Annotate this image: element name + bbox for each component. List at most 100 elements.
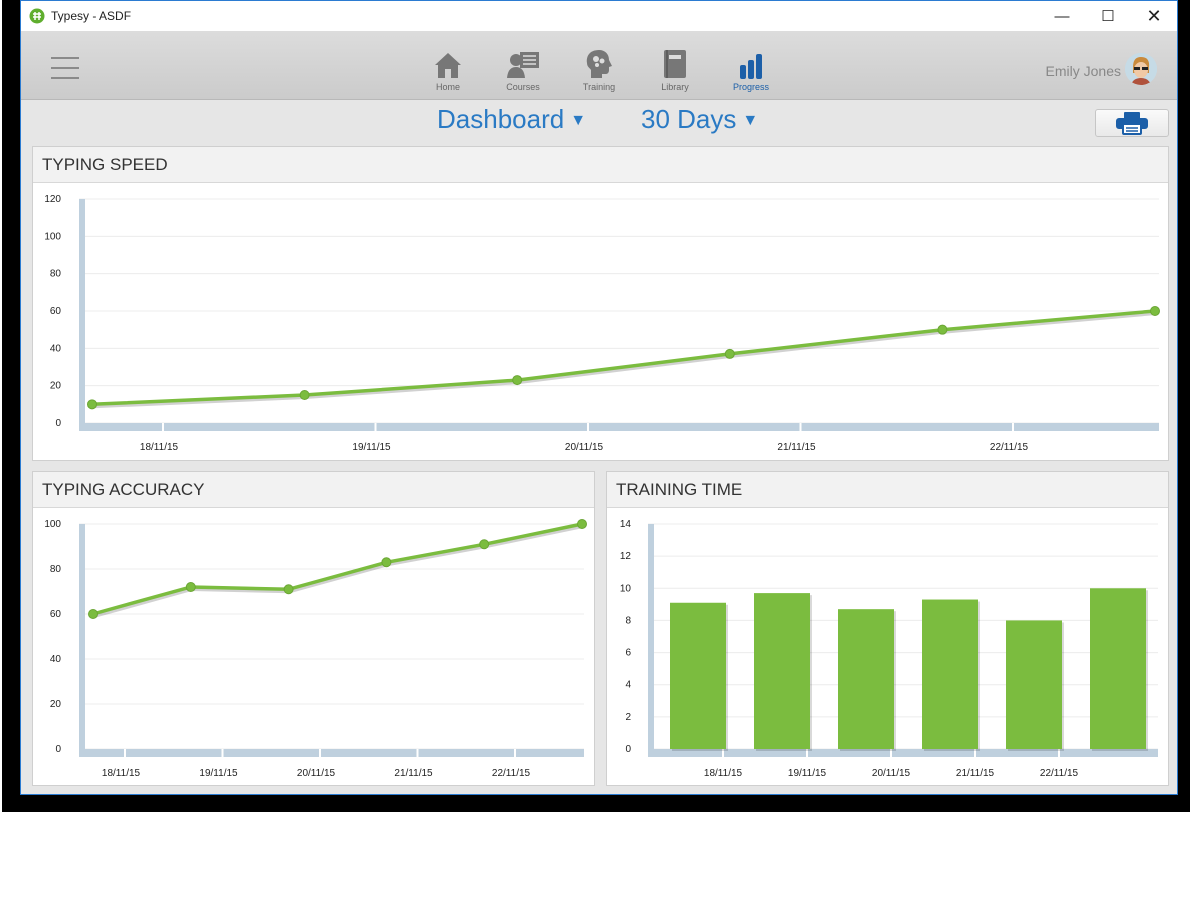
y-axis <box>79 524 85 757</box>
x-axis <box>79 749 584 757</box>
y-tick-label: 0 <box>55 744 61 755</box>
x-tick-label: 20/11/15 <box>565 442 604 453</box>
y-tick-label: 0 <box>55 418 61 429</box>
window-title: Typesy - ASDF <box>51 9 132 23</box>
library-book-icon <box>664 50 686 78</box>
x-tick-label: 21/11/15 <box>777 442 816 453</box>
bar[interactable] <box>1006 620 1062 749</box>
maximize-button[interactable]: ☐ <box>1085 1 1131 31</box>
nav-training-label: Training <box>582 82 616 92</box>
y-tick-label: 40 <box>50 343 62 354</box>
y-tick-label: 80 <box>50 564 62 575</box>
nav-progress[interactable]: Progress <box>716 47 786 92</box>
bar[interactable] <box>754 593 810 749</box>
y-tick-label: 14 <box>620 519 632 530</box>
data-point[interactable] <box>937 324 948 335</box>
y-tick-label: 60 <box>50 609 62 620</box>
y-tick-label: 20 <box>50 381 62 392</box>
typing-speed-chart: 0 20 40 60 80 100 120 18/11/15 19/11/15 20/11/15 2… <box>44 194 1160 453</box>
y-tick-label: 0 <box>625 744 631 755</box>
nav-progress-label: Progress <box>732 82 769 92</box>
x-tick-label: 18/11/15 <box>140 442 179 453</box>
typing-speed-title: TYPING SPEED <box>33 147 1168 183</box>
y-tick-label: 2 <box>625 712 631 723</box>
title-bar: Typesy - ASDF — ☐ ✕ <box>21 1 1177 31</box>
typing-accuracy-chart: 0 20 40 60 80 100 18/11/15 19/11/15 20/11/15 21/1… <box>44 519 587 779</box>
nav-courses-label: Courses <box>506 82 540 92</box>
bar[interactable] <box>922 599 978 749</box>
x-tick-label: 21/11/15 <box>956 768 995 779</box>
app-window: Typesy - ASDF — ☐ ✕ Home Courses Trainin… <box>20 0 1178 795</box>
training-time-chart: 0 2 4 6 8 10 12 14 18/11/15 19/11/15 20/11/15 21/11… <box>620 519 1158 779</box>
nav-home[interactable]: Home <box>413 47 483 92</box>
data-point[interactable] <box>185 582 196 592</box>
nav-library-label: Library <box>661 82 689 92</box>
y-tick-label: 6 <box>625 648 631 659</box>
data-point[interactable] <box>299 390 310 400</box>
caret-down-icon: ▼ <box>570 112 587 130</box>
x-tick-label: 20/11/15 <box>297 768 336 779</box>
y-tick-label: 100 <box>44 231 61 242</box>
x-tick-label: 18/11/15 <box>102 768 141 779</box>
x-tick-label: 22/11/15 <box>492 768 531 779</box>
x-axis <box>79 423 1159 431</box>
x-tick-label: 19/11/15 <box>352 442 391 453</box>
typing-speed-panel: TYPING SPEED 0 20 40 60 80 100 120 18/11/15 19/1… <box>32 146 1169 461</box>
x-tick-label: 19/11/15 <box>199 768 238 779</box>
close-button[interactable]: ✕ <box>1131 1 1177 31</box>
minimize-button[interactable]: — <box>1039 1 1085 31</box>
data-point[interactable] <box>88 609 98 619</box>
y-tick-label: 8 <box>625 615 631 626</box>
x-tick-label: 20/11/15 <box>872 768 911 779</box>
user-name[interactable]: Emily Jones <box>1046 63 1121 79</box>
bar[interactable] <box>838 609 894 749</box>
dashboard-dropdown[interactable]: Dashboard ▼ <box>437 104 586 135</box>
data-point[interactable] <box>283 584 294 595</box>
x-tick-label: 21/11/15 <box>394 768 433 779</box>
y-axis <box>79 199 85 431</box>
caret-down-icon: ▼ <box>742 112 759 130</box>
print-button[interactable] <box>1095 109 1169 137</box>
y-tick-label: 80 <box>50 269 62 280</box>
data-point[interactable] <box>87 399 97 410</box>
range-dropdown-label: 30 Days <box>641 104 737 134</box>
typing-accuracy-panel: TYPING ACCURACY 0 20 40 60 80 100 18/11/15 19/1… <box>32 471 595 786</box>
bar[interactable] <box>1090 588 1146 749</box>
y-tick-label: 40 <box>50 654 62 665</box>
training-time-panel: TRAINING TIME 0 2 4 6 8 10 12 14 18/11/15 19/11/1… <box>606 471 1169 786</box>
series-line <box>91 309 1156 407</box>
y-tick-label: 12 <box>620 551 632 562</box>
typesy-logo-icon <box>29 8 45 24</box>
data-point[interactable] <box>479 539 490 550</box>
main-nav: Home Courses Training Library Progress E… <box>21 31 1177 100</box>
x-tick-label: 22/11/15 <box>990 442 1029 453</box>
avatar-image <box>1125 53 1157 85</box>
nav-library[interactable]: Library <box>640 47 710 92</box>
data-point[interactable] <box>1150 306 1160 316</box>
y-tick-label: 4 <box>625 680 631 691</box>
home-icon <box>435 53 461 78</box>
data-point[interactable] <box>577 519 587 529</box>
y-tick-label: 100 <box>44 519 61 530</box>
courses-icon <box>507 52 539 78</box>
nav-courses[interactable]: Courses <box>488 47 558 92</box>
x-tick-label: 22/11/15 <box>1040 768 1079 779</box>
data-point[interactable] <box>381 557 392 568</box>
y-tick-label: 10 <box>620 583 632 594</box>
training-brain-icon <box>586 50 612 78</box>
range-dropdown[interactable]: 30 Days ▼ <box>641 104 758 135</box>
x-tick-label: 19/11/15 <box>788 768 827 779</box>
nav-training[interactable]: Training <box>564 47 634 92</box>
training-time-title: TRAINING TIME <box>607 472 1168 508</box>
hamburger-menu-icon[interactable] <box>51 57 79 79</box>
data-point[interactable] <box>512 375 523 386</box>
y-tick-label: 120 <box>44 194 61 205</box>
printer-icon <box>1116 112 1148 135</box>
y-axis <box>648 524 654 757</box>
bar[interactable] <box>670 602 726 749</box>
typing-accuracy-title: TYPING ACCURACY <box>33 472 594 508</box>
data-point[interactable] <box>724 348 735 359</box>
y-tick-label: 60 <box>50 306 62 317</box>
avatar[interactable] <box>1125 53 1157 85</box>
dashboard-toolbar: Dashboard ▼ 30 Days ▼ <box>21 99 1177 145</box>
